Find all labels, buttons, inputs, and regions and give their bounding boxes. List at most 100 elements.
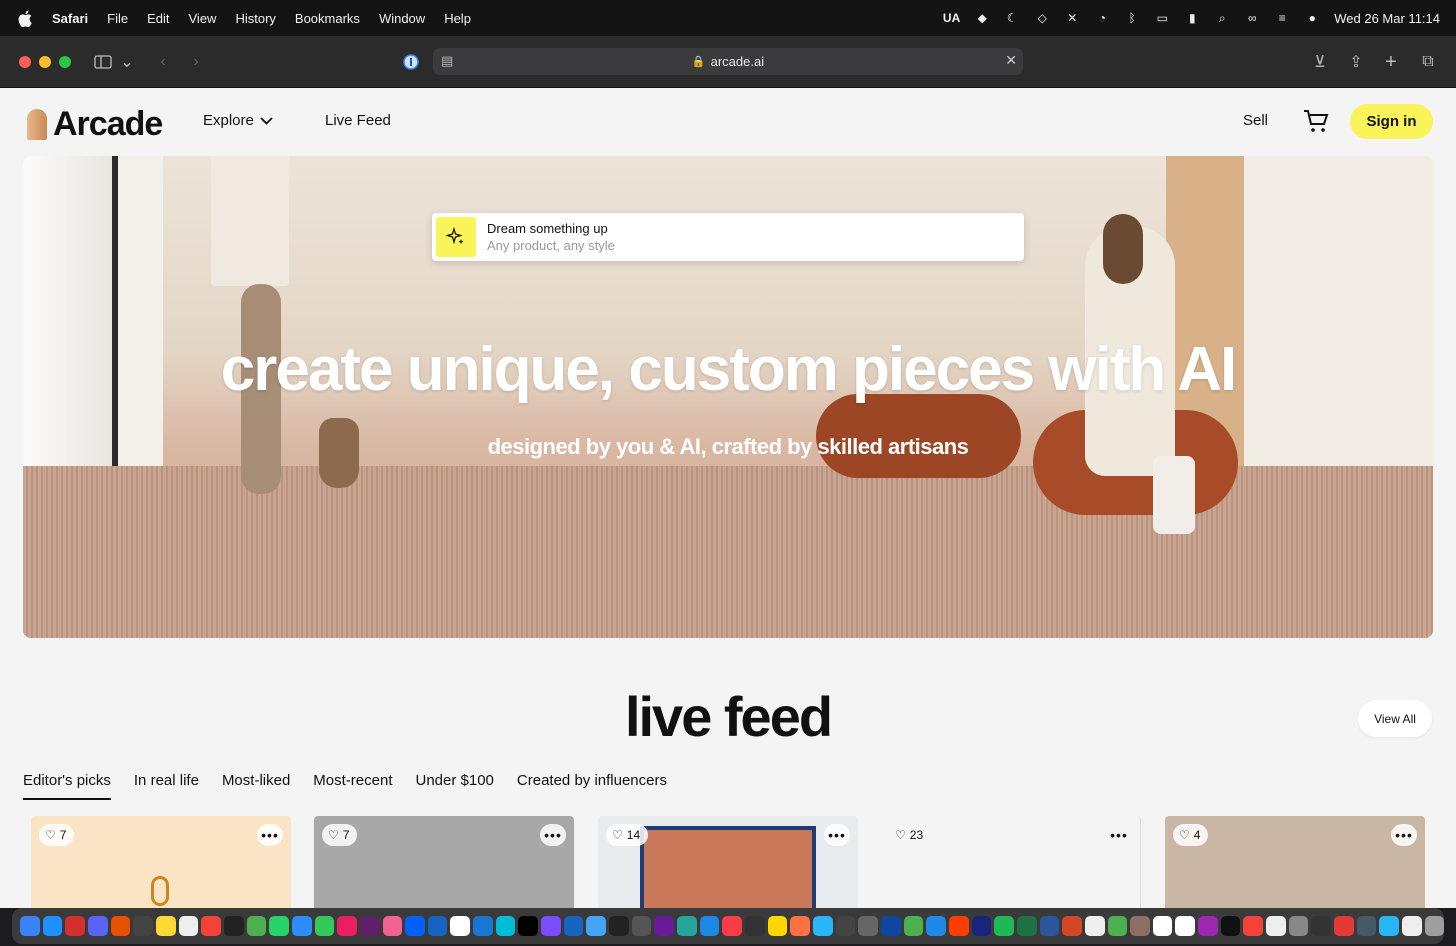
control-center-icon[interactable]: ≡ <box>1274 11 1290 25</box>
feed-card[interactable]: ♡ 4 ••• <box>1165 816 1425 908</box>
zoom-window-button[interactable] <box>59 56 71 68</box>
apple-tv-icon[interactable] <box>1220 916 1241 936</box>
siri-icon[interactable]: ● <box>1304 11 1320 25</box>
finder-icon[interactable] <box>20 916 40 936</box>
app-icon[interactable] <box>382 916 403 936</box>
mute-icon[interactable]: ✕ <box>1064 11 1080 25</box>
display-icon[interactable]: ▭ <box>1154 11 1170 25</box>
app-icon[interactable] <box>1402 916 1422 936</box>
facetime-icon[interactable] <box>314 916 335 936</box>
app-icon[interactable] <box>65 916 85 936</box>
address-bar[interactable]: ▤ 🔒 arcade.ai ✕ <box>433 48 1023 75</box>
minimize-window-button[interactable] <box>39 56 51 68</box>
nav-explore[interactable]: Explore <box>203 112 273 129</box>
search-icon[interactable]: ⌕ <box>1214 11 1230 25</box>
feed-card[interactable]: ♡ 7 ••• <box>314 816 574 908</box>
app-icon[interactable] <box>609 916 629 936</box>
more-options-button[interactable]: ••• <box>257 824 283 846</box>
menu-file[interactable]: File <box>107 11 128 26</box>
menu-help[interactable]: Help <box>444 11 471 26</box>
menu-history[interactable]: History <box>235 11 275 26</box>
clear-url-icon[interactable]: ✕ <box>1005 52 1017 69</box>
chevron-down-icon[interactable]: ⌄ <box>120 52 134 72</box>
feed-card[interactable]: ♡ 14 ••• <box>598 816 858 908</box>
nav-sell[interactable]: Sell <box>1243 112 1268 129</box>
tab-under-100[interactable]: Under $100 <box>416 772 494 800</box>
safari-icon[interactable] <box>926 916 946 936</box>
calendar-icon[interactable] <box>1152 916 1173 936</box>
zoom-icon[interactable] <box>291 916 312 936</box>
like-button[interactable]: ♡ 7 <box>39 824 75 846</box>
like-button[interactable]: ♡ 4 <box>1173 824 1209 846</box>
dropbox-icon[interactable] <box>405 916 425 936</box>
podcasts-icon[interactable] <box>1198 916 1218 936</box>
tab-created-by-influencers[interactable]: Created by influencers <box>517 772 667 800</box>
messages-icon[interactable] <box>246 916 267 936</box>
trash-icon[interactable] <box>1424 916 1445 936</box>
clock[interactable]: Wed 26 Mar 11:14 <box>1334 11 1440 26</box>
site-logo[interactable]: Arcade <box>27 105 163 144</box>
new-tab-icon[interactable]: + <box>1381 51 1401 73</box>
app-icon[interactable] <box>790 916 810 936</box>
more-options-button[interactable]: ••• <box>540 824 566 846</box>
notion-icon[interactable] <box>518 916 539 936</box>
keyboard-icon[interactable] <box>835 916 856 936</box>
amazon-music-icon[interactable] <box>971 916 992 936</box>
more-options-button[interactable]: ••• <box>824 824 850 846</box>
app-icon[interactable] <box>948 916 969 936</box>
music-icon[interactable] <box>722 916 742 936</box>
back-icon[interactable]: ‹ <box>153 52 173 72</box>
feed-card[interactable]: ♡ 7 ••• <box>31 816 291 908</box>
miro-icon[interactable] <box>767 916 788 936</box>
more-options-button[interactable]: ••• <box>1106 824 1132 846</box>
menu-app-name[interactable]: Safari <box>52 11 88 26</box>
app-icon[interactable] <box>223 916 244 936</box>
tab-most-recent[interactable]: Most-recent <box>313 772 392 800</box>
tab-most-liked[interactable]: Most-liked <box>222 772 290 800</box>
hearing-icon[interactable]: ◔ <box>1094 11 1110 25</box>
app-icon[interactable] <box>495 916 516 936</box>
app-icon[interactable] <box>880 916 901 936</box>
battery-icon[interactable]: ▮ <box>1184 11 1200 25</box>
tab-overview-icon[interactable]: ⧉ <box>1418 52 1438 72</box>
dream-prompt-input[interactable]: Dream something up Any product, any styl… <box>432 213 1024 261</box>
app-icon[interactable] <box>541 916 561 936</box>
excel-icon[interactable] <box>1016 916 1037 936</box>
app-icon[interactable] <box>631 916 652 936</box>
app-icon[interactable] <box>1266 916 1286 936</box>
app-icon[interactable] <box>699 916 720 936</box>
sign-in-button[interactable]: Sign in <box>1350 104 1433 139</box>
like-button[interactable]: ♡ 7 <box>322 824 358 846</box>
app-icon[interactable] <box>1084 916 1105 936</box>
link-icon[interactable]: ∞ <box>1244 11 1260 25</box>
app-icon[interactable] <box>654 916 675 936</box>
bluetooth-icon[interactable]: ᛒ <box>1124 11 1140 25</box>
moon-icon[interactable]: ☾ <box>1004 11 1020 25</box>
reminders-icon[interactable] <box>1175 916 1196 936</box>
word-icon[interactable] <box>1039 916 1060 936</box>
sidebar-icon[interactable] <box>93 52 113 72</box>
app-icon[interactable] <box>1379 916 1400 936</box>
notes-icon[interactable] <box>155 916 176 936</box>
photos-icon[interactable] <box>337 916 357 936</box>
app-icon[interactable] <box>677 916 697 936</box>
final-cut-icon[interactable] <box>745 916 765 936</box>
app-icon[interactable] <box>563 916 584 936</box>
app-store-icon[interactable] <box>42 916 63 936</box>
menu-edit[interactable]: Edit <box>147 11 169 26</box>
settings-icon[interactable] <box>1288 916 1309 936</box>
slack-icon[interactable] <box>359 916 380 936</box>
menu-view[interactable]: View <box>189 11 217 26</box>
nav-live-feed[interactable]: Live Feed <box>325 112 391 129</box>
tab-editors-picks[interactable]: Editor's picks <box>23 772 111 800</box>
app-icon[interactable] <box>178 916 199 936</box>
download-icon[interactable]: ⊻ <box>1310 52 1330 72</box>
app-icon[interactable] <box>201 916 221 936</box>
spotify-icon[interactable] <box>994 916 1014 936</box>
app-icon[interactable] <box>586 916 607 936</box>
feed-card[interactable]: ♡ 23 ••• <box>881 816 1141 908</box>
app-icon[interactable] <box>1130 916 1150 936</box>
vpn-icon[interactable]: ◇ <box>1034 11 1050 25</box>
like-button[interactable]: ♡ 14 <box>606 824 649 846</box>
calculator-icon[interactable] <box>133 916 153 936</box>
